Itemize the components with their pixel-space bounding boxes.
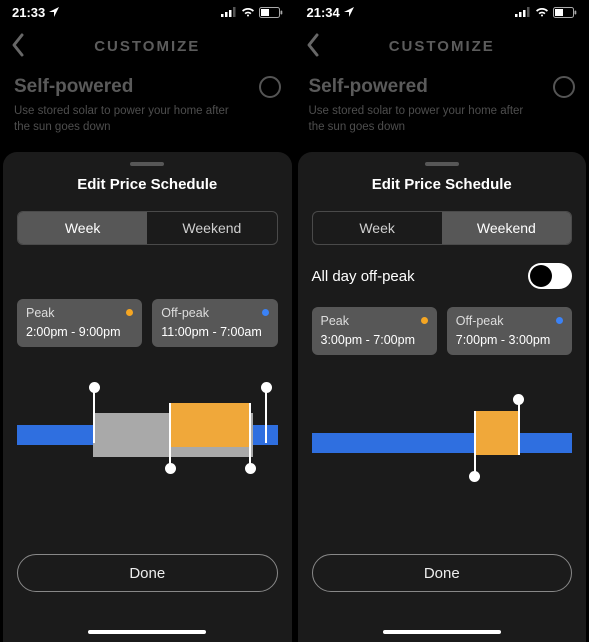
- cellular-icon: [221, 7, 237, 17]
- home-indicator[interactable]: [383, 630, 501, 635]
- timeline-peak-bar: [169, 403, 249, 447]
- slider-handle[interactable]: [169, 403, 171, 469]
- price-chips: Peak 2:00pm - 9:00pm Off-peak 11:00pm - …: [17, 299, 278, 347]
- chip-peak-time: 2:00pm - 9:00pm: [26, 325, 133, 339]
- sheet-title: Edit Price Schedule: [17, 176, 278, 193]
- radio-icon[interactable]: [259, 76, 281, 98]
- done-button[interactable]: Done: [17, 554, 278, 592]
- chip-peak-label: Peak: [321, 314, 428, 328]
- chip-offpeak-label: Off-peak: [161, 306, 268, 320]
- chip-peak-time: 3:00pm - 7:00pm: [321, 333, 428, 347]
- location-icon: [344, 7, 354, 17]
- bottom-sheet: Edit Price Schedule Week Weekend All day…: [298, 152, 587, 642]
- slider-handle[interactable]: [518, 399, 520, 455]
- slider-knob-icon[interactable]: [513, 394, 524, 405]
- wifi-icon: [535, 7, 549, 17]
- slider-handle[interactable]: [265, 387, 267, 443]
- sheet-grabber[interactable]: [130, 162, 164, 166]
- segmented-control[interactable]: Week Weekend: [17, 211, 278, 245]
- home-indicator[interactable]: [88, 630, 206, 635]
- chip-peak-label: Peak: [26, 306, 133, 320]
- status-bar: 21:33: [0, 0, 295, 24]
- chip-offpeak[interactable]: Off-peak 7:00pm - 3:00pm: [447, 307, 572, 355]
- chip-offpeak-time: 7:00pm - 3:00pm: [456, 333, 563, 347]
- allday-row: All day off-peak: [312, 263, 573, 289]
- option-title: Self-powered: [309, 76, 428, 98]
- option-title: Self-powered: [14, 76, 133, 98]
- seg-week[interactable]: Week: [18, 212, 147, 244]
- status-time: 21:34: [307, 5, 340, 20]
- sheet-grabber[interactable]: [425, 162, 459, 166]
- radio-icon[interactable]: [553, 76, 575, 98]
- timeline[interactable]: [17, 385, 278, 475]
- done-button[interactable]: Done: [312, 554, 573, 592]
- toggle-knob-icon: [530, 265, 552, 287]
- price-chips: Peak 3:00pm - 7:00pm Off-peak 7:00pm - 3…: [312, 307, 573, 355]
- option-description: Use stored solar to power your home afte…: [14, 104, 244, 135]
- nav-header: CUSTOMIZE: [0, 24, 295, 68]
- battery-icon: [259, 7, 283, 18]
- chip-offpeak[interactable]: Off-peak 11:00pm - 7:00am: [152, 299, 277, 347]
- timeline-offpeak-end: [267, 425, 274, 445]
- nav-header: CUSTOMIZE: [295, 24, 589, 68]
- dot-icon: [556, 317, 563, 324]
- dot-icon: [421, 317, 428, 324]
- option-self-powered[interactable]: Self-powered Use stored solar to power y…: [0, 68, 295, 135]
- seg-weekend[interactable]: Weekend: [442, 212, 571, 244]
- chip-peak[interactable]: Peak 2:00pm - 9:00pm: [17, 299, 142, 347]
- location-icon: [49, 7, 59, 17]
- seg-week[interactable]: Week: [313, 212, 442, 244]
- page-title: CUSTOMIZE: [94, 38, 200, 55]
- seg-weekend[interactable]: Weekend: [147, 212, 276, 244]
- allday-toggle[interactable]: [528, 263, 572, 289]
- screen-right: 21:34 CUSTOMIZE Self-powered Use stored …: [295, 0, 589, 642]
- bottom-sheet: Edit Price Schedule Week Weekend Peak 2:…: [3, 152, 292, 642]
- page-title: CUSTOMIZE: [389, 38, 495, 55]
- slider-knob-icon[interactable]: [261, 382, 272, 393]
- dot-icon: [262, 309, 269, 316]
- slider-handle[interactable]: [474, 411, 476, 477]
- back-icon[interactable]: [10, 32, 26, 58]
- status-time: 21:33: [12, 5, 45, 20]
- chip-offpeak-time: 11:00pm - 7:00am: [161, 325, 268, 339]
- wifi-icon: [241, 7, 255, 17]
- timeline-peak-bar: [474, 411, 518, 455]
- slider-knob-icon[interactable]: [245, 463, 256, 474]
- timeline-offpeak-bar: [312, 433, 573, 453]
- slider-handle[interactable]: [93, 387, 95, 443]
- option-self-powered[interactable]: Self-powered Use stored solar to power y…: [295, 68, 589, 135]
- chip-offpeak-label: Off-peak: [456, 314, 563, 328]
- timeline[interactable]: [312, 393, 573, 483]
- battery-icon: [553, 7, 577, 18]
- cellular-icon: [515, 7, 531, 17]
- allday-label: All day off-peak: [312, 268, 415, 285]
- screen-left: 21:33 CUSTOMIZE Self-powered Use stored …: [0, 0, 295, 642]
- slider-handle[interactable]: [249, 403, 251, 469]
- status-bar: 21:34: [295, 0, 589, 24]
- sheet-title: Edit Price Schedule: [312, 176, 573, 193]
- chip-peak[interactable]: Peak 3:00pm - 7:00pm: [312, 307, 437, 355]
- slider-knob-icon[interactable]: [469, 471, 480, 482]
- option-description: Use stored solar to power your home afte…: [309, 104, 539, 135]
- segmented-control[interactable]: Week Weekend: [312, 211, 573, 245]
- back-icon[interactable]: [305, 32, 321, 58]
- slider-knob-icon[interactable]: [89, 382, 100, 393]
- slider-knob-icon[interactable]: [165, 463, 176, 474]
